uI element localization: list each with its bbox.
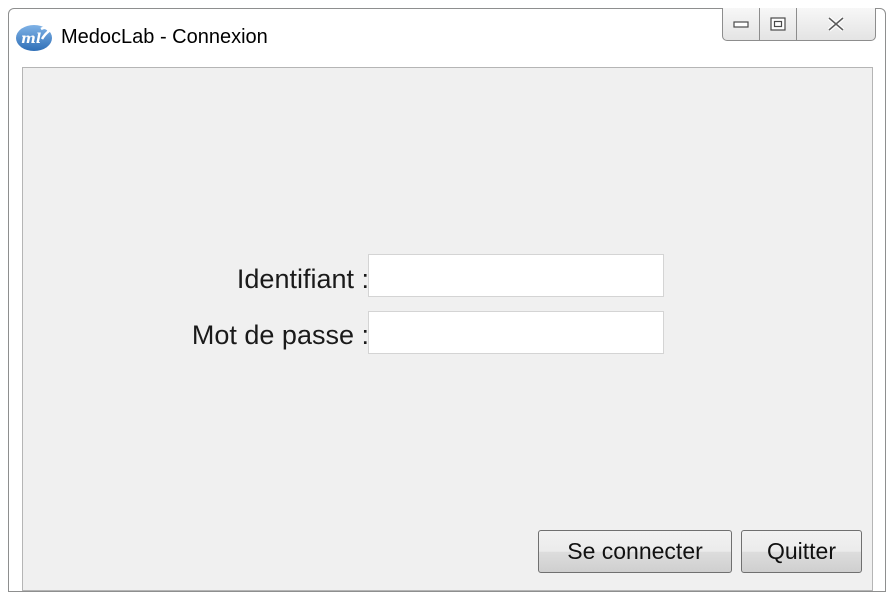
login-form-area: Identifiant : Mot de passe : Se connecte… [22, 67, 873, 591]
login-window: ml MedocLab - Connexion Identifiant: Mo… [8, 8, 886, 592]
medoclab-logo-icon[interactable]: ml [15, 22, 55, 52]
maximize-button[interactable] [760, 8, 797, 41]
maximize-icon [770, 17, 786, 31]
title-bar[interactable]: ml MedocLab - Connexion [9, 8, 885, 67]
password-input[interactable] [368, 311, 664, 354]
caption-buttons [722, 8, 876, 42]
identifiant-input[interactable] [368, 254, 664, 297]
minimize-icon [733, 21, 749, 28]
window-title: MedocLab - Connexion [61, 26, 268, 48]
identifiant-label: Identifiant : [236, 264, 369, 294]
minimize-button[interactable] [722, 8, 760, 41]
connect-button[interactable]: Se connecter [538, 530, 732, 573]
close-button[interactable] [797, 8, 876, 41]
close-icon [827, 16, 845, 32]
quit-button[interactable]: Quitter [741, 530, 862, 573]
svg-text:ml: ml [21, 31, 41, 47]
password-label: Mot de passe : [191, 320, 369, 350]
